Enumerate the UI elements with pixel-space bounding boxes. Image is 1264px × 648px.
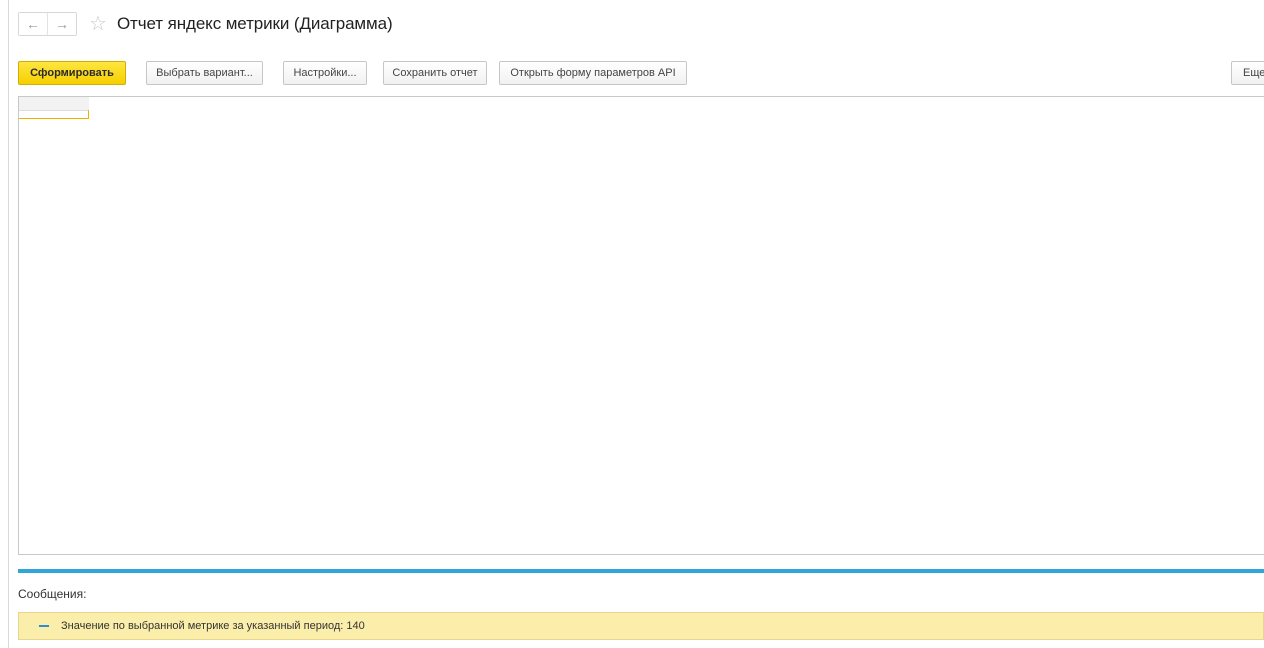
- forward-button[interactable]: →: [47, 13, 76, 35]
- report-area[interactable]: [18, 96, 1264, 555]
- message-text: Значение по выбранной метрике за указанн…: [61, 620, 365, 632]
- left-border: [8, 0, 9, 648]
- more-button[interactable]: Еще: [1231, 61, 1264, 85]
- messages-label: Сообщения:: [18, 587, 87, 601]
- settings-button[interactable]: Настройки...: [283, 61, 367, 85]
- arrow-left-icon: ←: [26, 16, 40, 32]
- selected-cell[interactable]: [19, 110, 89, 119]
- message-marker-icon: [39, 625, 49, 627]
- navigation-buttons: ← →: [18, 12, 77, 36]
- save-report-button[interactable]: Сохранить отчет: [383, 61, 487, 85]
- star-icon[interactable]: ☆: [89, 13, 107, 35]
- title-bar: ← → ☆ Отчет яндекс метрики (Диаграмма): [18, 10, 393, 38]
- choose-variant-button[interactable]: Выбрать вариант...: [146, 61, 263, 85]
- message-item[interactable]: Значение по выбранной метрике за указанн…: [18, 612, 1264, 640]
- generate-button[interactable]: Сформировать: [18, 61, 126, 85]
- arrow-right-icon: →: [55, 16, 69, 32]
- messages-splitter[interactable]: [18, 569, 1264, 573]
- open-api-params-button[interactable]: Открыть форму параметров API: [499, 61, 687, 85]
- page-title: Отчет яндекс метрики (Диаграмма): [116, 14, 393, 33]
- column-header-cell: [19, 97, 89, 111]
- back-button[interactable]: ←: [19, 13, 47, 35]
